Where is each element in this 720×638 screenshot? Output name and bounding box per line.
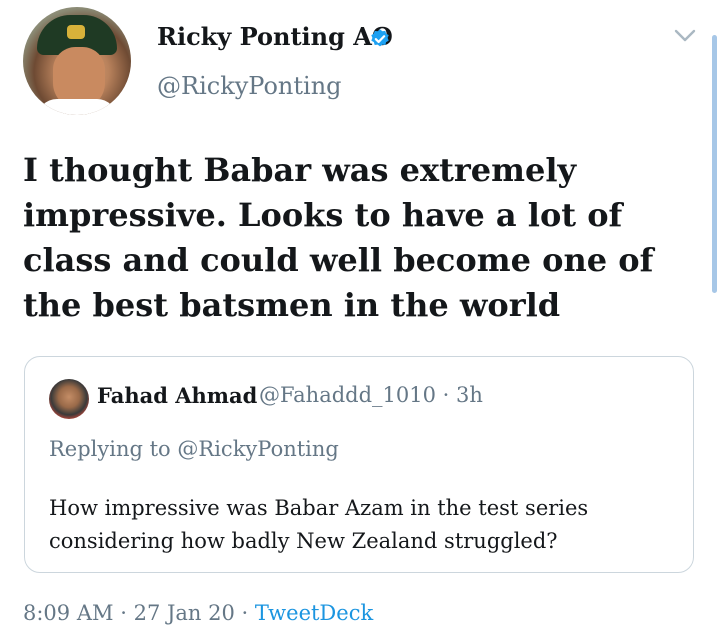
quoted-author-avatar[interactable] bbox=[49, 379, 89, 419]
footer-separator-2: · bbox=[241, 601, 249, 625]
quoted-author-handle[interactable]: @Fahaddd_1010 bbox=[259, 383, 436, 407]
replying-to-prefix: Replying to bbox=[49, 437, 171, 461]
meta-separator: · bbox=[442, 383, 450, 407]
tweet-source-link[interactable]: TweetDeck bbox=[255, 601, 373, 625]
tweet-text: I thought Babar was extremely impressive… bbox=[23, 151, 654, 324]
quoted-tweet-age[interactable]: 3h bbox=[456, 383, 483, 407]
avatar-cap-badge bbox=[67, 25, 85, 39]
scrollbar[interactable] bbox=[712, 35, 717, 293]
quoted-tweet[interactable]: Fahad Ahmad @Fahaddd_1010 · 3h Replying … bbox=[24, 356, 694, 573]
replying-to: Replying to @RickyPonting bbox=[49, 437, 339, 461]
quoted-author-display-name[interactable]: Fahad Ahmad bbox=[97, 383, 257, 408]
author-handle[interactable]: @RickyPonting bbox=[157, 72, 342, 100]
quoted-tweet-text: How impressive was Babar Azam in the tes… bbox=[49, 496, 589, 553]
quoted-author-meta: @Fahaddd_1010 · 3h bbox=[259, 383, 483, 407]
author-display-name[interactable]: Ricky Ponting AO bbox=[157, 22, 393, 51]
tweet-card: Ricky Ponting AO @RickyPonting I thought… bbox=[0, 0, 720, 638]
avatar-collar bbox=[37, 99, 117, 115]
tweet-date[interactable]: 27 Jan 20 bbox=[134, 601, 235, 625]
replying-to-handle: @RickyPonting bbox=[177, 437, 339, 461]
verified-badge-icon bbox=[371, 29, 389, 47]
chevron-down-icon[interactable] bbox=[674, 28, 696, 44]
author-avatar[interactable] bbox=[23, 7, 131, 115]
footer-separator-1: · bbox=[120, 601, 127, 625]
tweet-time[interactable]: 8:09 AM bbox=[23, 601, 114, 625]
tweet-footer: 8:09 AM · 27 Jan 20 · TweetDeck bbox=[23, 601, 373, 625]
